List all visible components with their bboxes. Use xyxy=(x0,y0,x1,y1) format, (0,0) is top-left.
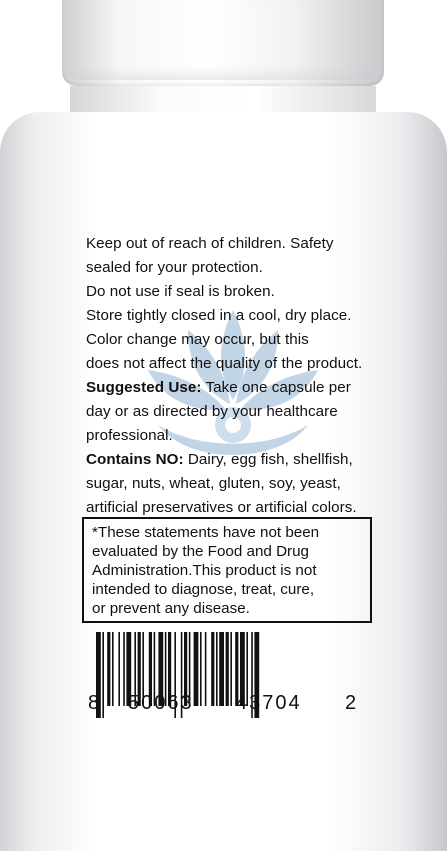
disclaimer-line-3: Administration.This product is not xyxy=(92,562,317,579)
barcode-digit-first: 8 xyxy=(88,692,100,714)
contains-heading: Contains NO: xyxy=(86,451,184,468)
barcode-bar xyxy=(204,632,207,706)
suggested-use-line-3: professional. xyxy=(86,427,173,444)
suggested-use-heading: Suggested Use: xyxy=(86,379,202,396)
barcode-digit-last: 2 xyxy=(345,692,357,714)
barcode-bar xyxy=(123,632,125,706)
barcode-bar xyxy=(211,632,215,706)
warning-line-2: sealed for your protection. xyxy=(86,259,263,276)
barcode-group-right: 43704 xyxy=(236,692,302,714)
fda-disclaimer-box: *These statements have not been evaluate… xyxy=(82,517,372,623)
warning-line-1: Keep out of reach of children. Safety xyxy=(86,235,334,252)
suggested-use-line-2: day or as directed by your healthcare xyxy=(86,403,338,420)
contains-text-1: Dairy, egg fish, shellfish, xyxy=(183,451,353,468)
disclaimer-line-1: *These statements have not been xyxy=(92,524,320,541)
barcode-bar xyxy=(225,632,229,706)
barcode-bar xyxy=(112,632,114,706)
barcode-group-left: 50063 xyxy=(128,692,194,714)
barcode-bar xyxy=(230,632,232,706)
barcode-bar xyxy=(200,632,202,706)
contains-line-2: sugar, nuts, wheat, gluten, soy, yeast, xyxy=(86,475,341,492)
disclaimer-line-5: or prevent any disease. xyxy=(92,600,250,617)
bottle-cap xyxy=(62,0,384,86)
suggested-use-text-1: Take one capsule per xyxy=(201,379,351,396)
disclaimer-line-2: evaluated by the Food and Drug xyxy=(92,543,309,560)
barcode-bar xyxy=(193,632,199,706)
color-change-line-1: Color change may occur, but this xyxy=(86,331,309,348)
barcode-bar xyxy=(118,632,120,706)
contains-line-1: Contains NO: Dairy, egg fish, shellfish, xyxy=(86,451,353,469)
color-change-line-2: does not affect the quality of the produ… xyxy=(86,355,363,372)
barcode-bar xyxy=(107,632,111,706)
contains-line-3: artificial preservatives or artificial c… xyxy=(86,499,357,516)
lotus-logo-icon xyxy=(148,310,318,455)
storage-line: Store tightly closed in a cool, dry plac… xyxy=(86,307,352,324)
barcode-bar xyxy=(102,632,104,718)
disclaimer-line-4: intended to diagnose, treat, cure, xyxy=(92,581,315,598)
supplement-bottle: Keep out of reach of children. Safety se… xyxy=(0,0,447,851)
barcode-bar xyxy=(216,632,218,706)
barcode-bar xyxy=(219,632,224,706)
seal-line: Do not use if seal is broken. xyxy=(86,283,275,300)
suggested-use-line-1: Suggested Use: Take one capsule per xyxy=(86,379,351,397)
